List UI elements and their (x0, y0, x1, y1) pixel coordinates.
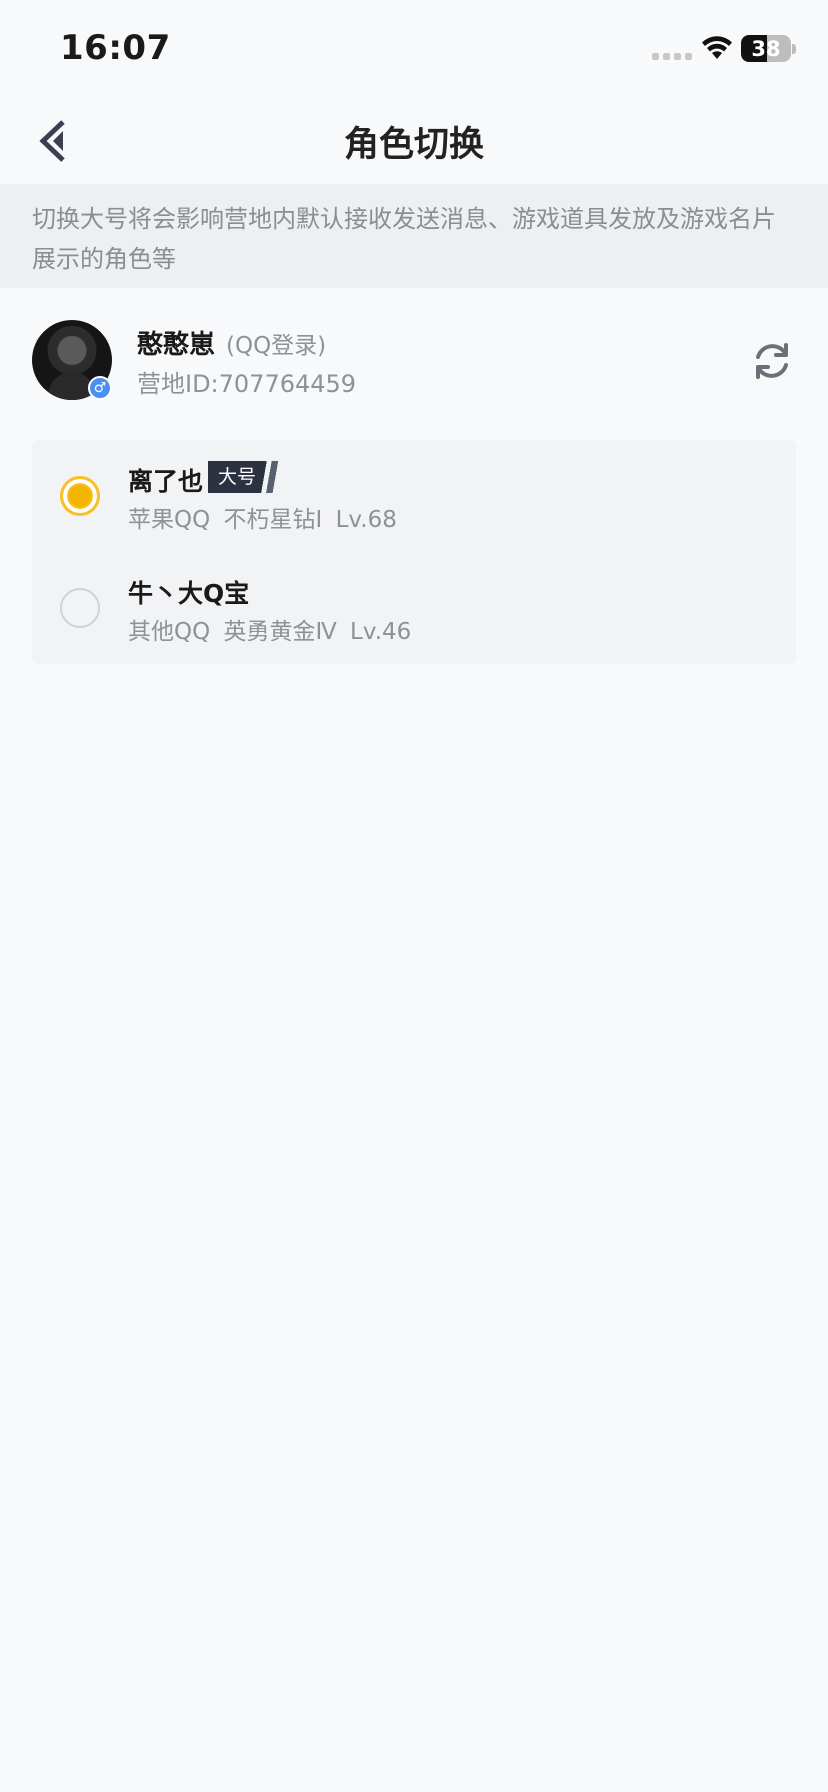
status-bar: 16:07 38 (0, 0, 828, 100)
battery-icon: 38 (741, 35, 791, 62)
role-meta: 苹果QQ 不朽星钻I Lv.68 (128, 507, 397, 533)
refresh-icon (756, 343, 788, 379)
status-time: 16:07 (60, 28, 171, 68)
login-type: (QQ登录) (226, 333, 327, 359)
role-name: 牛丶大Q宝 (128, 579, 250, 608)
profile-header: ♂ 憨憨崽 (QQ登录) 营地ID:707764459 (0, 310, 828, 410)
nickname: 憨憨崽 (137, 330, 216, 360)
cellular-signal-icon (652, 53, 692, 60)
battery-level: 38 (751, 36, 781, 61)
role-list: 离了也 大号 苹果QQ 不朽星钻I Lv.68 牛丶大Q宝 其他QQ 英勇黄金Ⅳ… (32, 440, 796, 664)
refresh-button[interactable] (748, 338, 796, 384)
role-meta: 其他QQ 英勇黄金Ⅳ Lv.46 (128, 619, 412, 645)
role-name: 离了也 (128, 467, 204, 496)
radio-selected-icon[interactable] (60, 476, 100, 516)
nav-bar: 角色切换 (0, 100, 828, 182)
wifi-icon (702, 36, 732, 59)
notice-text: 切换大号将会影响营地内默认接收发送消息、游戏道具发放及游戏名片展示的角色等 (32, 205, 776, 273)
notice-banner: 切换大号将会影响营地内默认接收发送消息、游戏道具发放及游戏名片展示的角色等 (0, 184, 828, 288)
battery-tip (792, 44, 796, 54)
camp-id: 营地ID:707764459 (137, 370, 357, 398)
gender-male-icon: ♂ (88, 376, 112, 400)
page-title: 角色切换 (343, 125, 484, 165)
role-item[interactable]: 离了也 大号 苹果QQ 不朽星钻I Lv.68 (32, 440, 796, 552)
radio-unselected-icon[interactable] (60, 588, 100, 628)
role-item[interactable]: 牛丶大Q宝 其他QQ 英勇黄金Ⅳ Lv.46 (32, 552, 796, 664)
main-account-badge: 大号 (208, 461, 285, 493)
